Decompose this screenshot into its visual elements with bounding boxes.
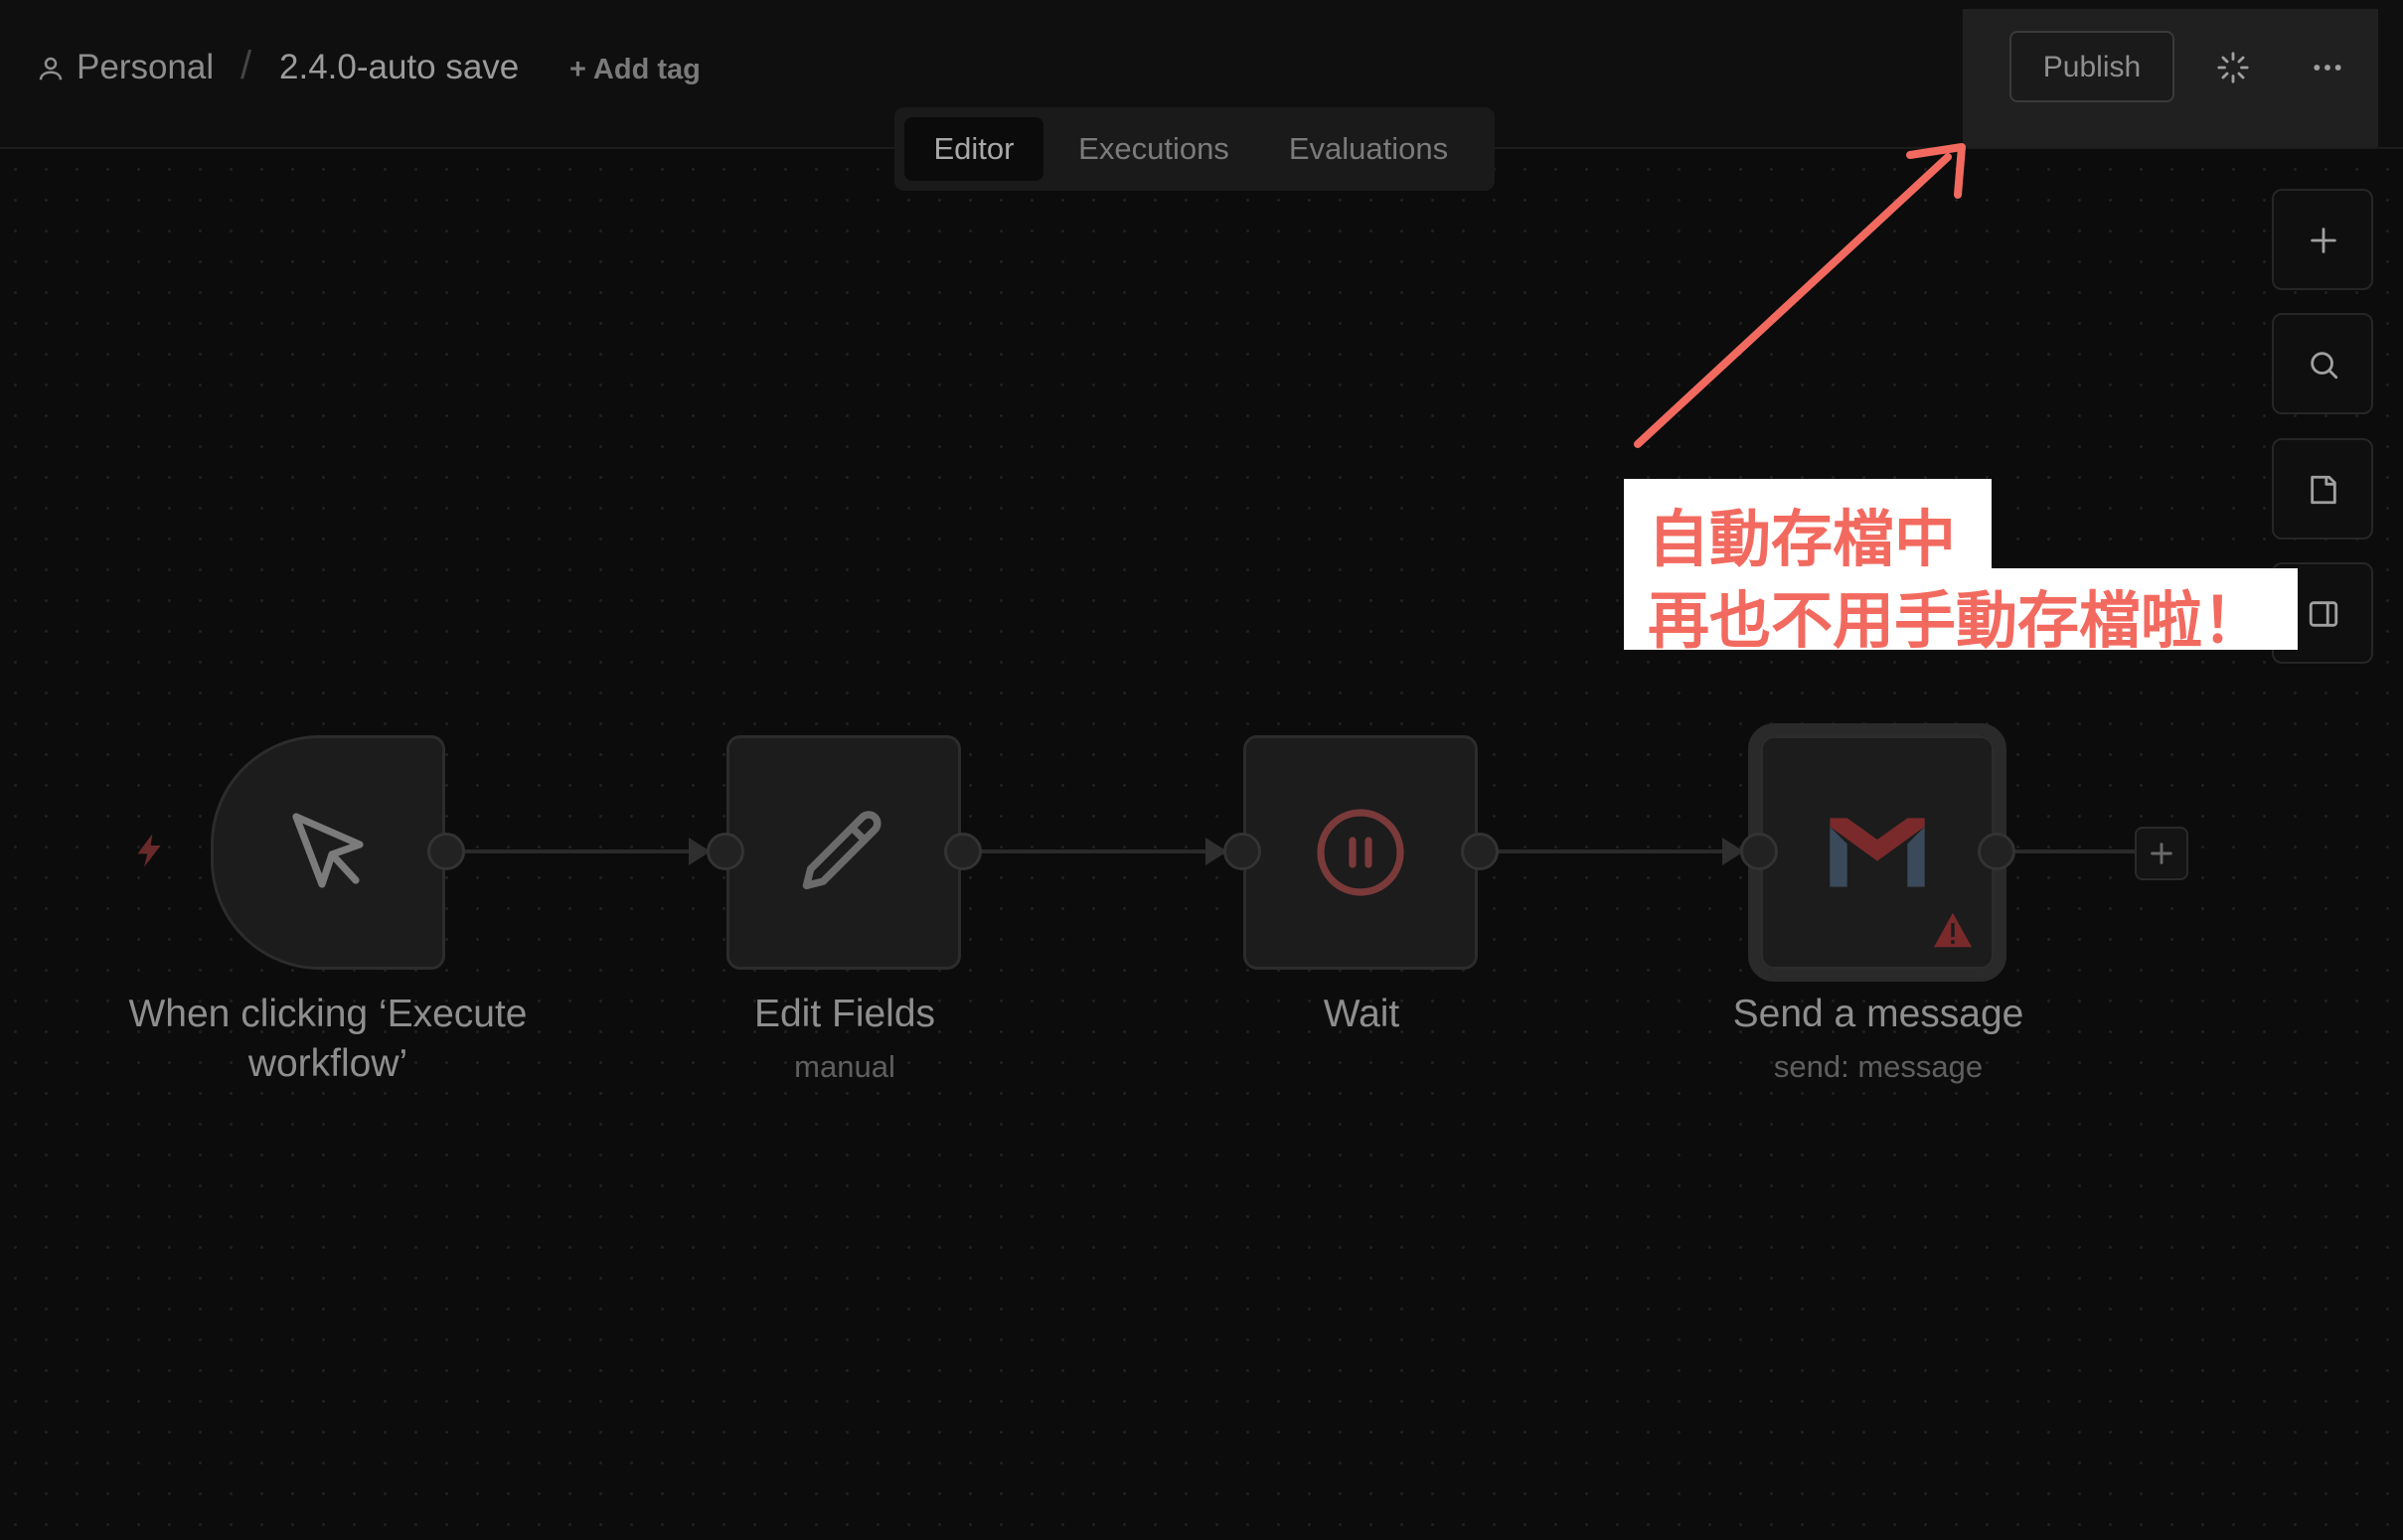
node-title: When clicking ‘Execute workflow’ <box>128 993 528 1085</box>
tab-editor[interactable]: Editor <box>904 117 1043 181</box>
annotation-text-line2: 再也不用手動存檔啦！ <box>1648 584 2265 657</box>
add-tag-button[interactable]: + Add tag <box>569 54 701 86</box>
trigger-bolt-icon <box>137 834 161 867</box>
node-subtitle: send: message <box>1773 1049 1984 1084</box>
output-handle[interactable] <box>1978 833 2015 870</box>
annotation-text-line1: 自動存檔中 <box>1648 503 1957 575</box>
pause-icon <box>1317 809 1404 896</box>
input-handle[interactable] <box>1223 833 1261 870</box>
input-handle[interactable] <box>707 833 744 870</box>
connection-edge[interactable] <box>1498 849 1736 853</box>
node-manual-trigger[interactable] <box>211 735 445 970</box>
output-handle[interactable] <box>1461 833 1499 870</box>
ellipsis-icon[interactable] <box>2312 52 2343 83</box>
add-next-node-button[interactable] <box>2135 827 2188 880</box>
output-handle[interactable] <box>427 833 465 870</box>
input-handle[interactable] <box>1740 833 1778 870</box>
breadcrumb-separator: / <box>240 44 252 87</box>
add-node-button[interactable] <box>2272 189 2373 290</box>
tab-executions[interactable]: Executions <box>1061 117 1246 181</box>
connection-edge[interactable] <box>981 849 1219 853</box>
gmail-icon <box>1830 818 1925 887</box>
add-sticky-button[interactable] <box>2272 438 2373 539</box>
view-tabs: Editor Executions Evaluations <box>894 107 1495 191</box>
node-edit-fields[interactable] <box>726 735 961 970</box>
node-title: Edit Fields <box>753 993 936 1035</box>
connection-edge <box>2014 849 2139 853</box>
publish-button[interactable]: Publish <box>2009 31 2174 102</box>
node-wait[interactable] <box>1243 735 1478 970</box>
plus-icon <box>2151 843 2172 864</box>
plus-icon <box>2311 228 2336 253</box>
user-icon <box>39 57 63 80</box>
tab-evaluations[interactable]: Evaluations <box>1264 117 1473 181</box>
pencil-icon <box>802 811 881 890</box>
node-send-message[interactable] <box>1748 723 2006 982</box>
connection-edge[interactable] <box>464 849 703 853</box>
node-title: Wait <box>1323 993 1400 1035</box>
sticky-note-icon <box>2311 475 2336 505</box>
node-title: Send a message <box>1732 993 2024 1035</box>
breadcrumb-project[interactable]: Personal <box>77 48 214 87</box>
node-subtitle: manual <box>794 1049 895 1084</box>
search-icon <box>2311 352 2338 380</box>
loading-spinner-icon <box>2217 52 2249 83</box>
annotation-arrow <box>1634 143 1966 448</box>
output-handle[interactable] <box>944 833 982 870</box>
warning-icon[interactable] <box>1932 911 1974 949</box>
workflow-name[interactable]: 2.4.0-auto save <box>279 48 519 87</box>
cursor-icon <box>292 813 364 888</box>
panel-icon <box>2309 601 2338 627</box>
search-nodes-button[interactable] <box>2272 313 2373 414</box>
